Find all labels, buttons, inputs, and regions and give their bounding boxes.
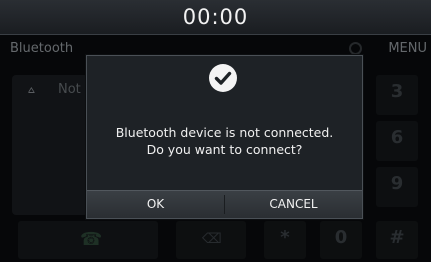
cancel-button[interactable]: CANCEL — [225, 191, 362, 218]
dialog-message: Bluetooth device is not connected. Do yo… — [87, 124, 362, 158]
connect-dialog: Bluetooth device is not connected. Do yo… — [86, 55, 363, 219]
dialog-message-line2: Do you want to connect? — [146, 142, 303, 157]
dialog-button-bar: OK CANCEL — [87, 190, 362, 218]
dialog-message-line1: Bluetooth device is not connected. — [115, 125, 334, 140]
ok-button[interactable]: OK — [87, 191, 224, 218]
checkmark-circle-icon — [209, 64, 237, 92]
status-bar: 00:00 — [0, 0, 431, 35]
clock: 00:00 — [182, 5, 249, 29]
